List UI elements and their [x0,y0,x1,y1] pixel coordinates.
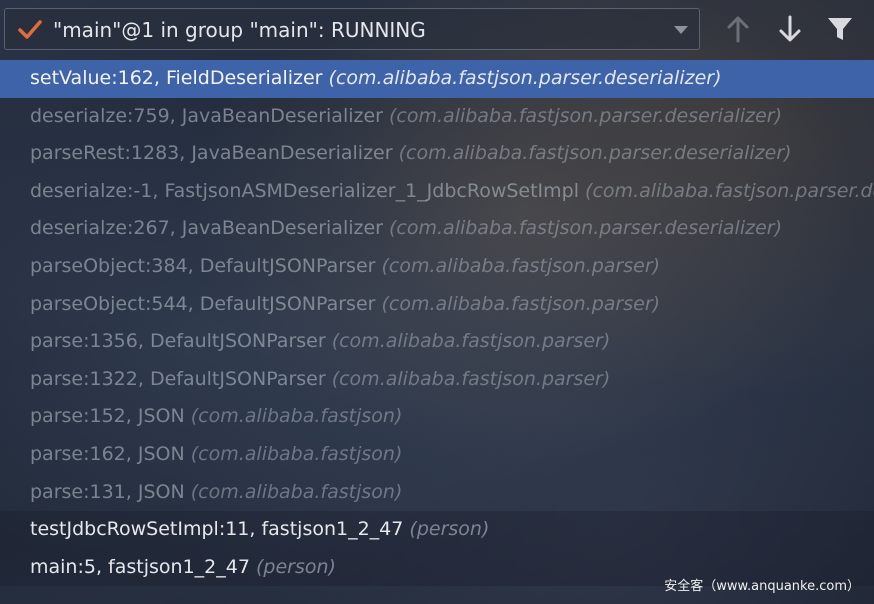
frame-package: (com.alibaba.fastjson) [190,405,403,428]
frame-package: (com.alibaba.fastjson.parser.deserialize… [389,104,782,127]
frame-package: (com.alibaba.fastjson.parser) [381,292,661,315]
frame-package: (person) [255,555,336,578]
thread-selector-dropdown[interactable]: "main"@1 in group "main": RUNNING [4,8,700,50]
frame-package: (com.alibaba.fastjson.parser.deserialize… [398,142,792,165]
stack-frame-row[interactable]: parse:131, JSON (com.alibaba.fastjson) [0,474,874,512]
frame-method: parseObject:384, DefaultJSONParser [30,254,382,277]
frame-method: deserialze:-1, FastjsonASMDeserializer_1… [30,179,586,202]
stack-frame-row[interactable]: deserialze:759, JavaBeanDeserializer (co… [0,98,874,136]
frame-package: (com.alibaba.fastjson) [190,480,403,503]
frame-method: parse:162, JSON [30,442,191,465]
stack-frame-row[interactable]: deserialze:-1, FastjsonASMDeserializer_1… [0,173,874,211]
thread-selector-label: "main"@1 in group "main": RUNNING [53,18,426,42]
frame-package: (com.alibaba.fastjson.parser) [381,254,661,277]
stack-frame-row[interactable]: parse:152, JSON (com.alibaba.fastjson) [0,398,874,436]
frame-method: setValue:162, FieldDeserializer [30,67,329,89]
arrow-up-icon[interactable] [724,14,752,44]
stack-frame-row[interactable]: parseObject:384, DefaultJSONParser (com.… [0,248,874,286]
stack-frame-row[interactable]: parse:1356, DefaultJSONParser (com.aliba… [0,323,874,361]
arrow-down-icon[interactable] [776,14,804,44]
frame-method: deserialze:759, JavaBeanDeserializer [30,104,390,127]
frame-method: parseRest:1283, JavaBeanDeserializer [30,142,399,165]
stack-frame-row[interactable]: parse:162, JSON (com.alibaba.fastjson) [0,436,874,474]
frame-package: (com.alibaba.fastjson.parser.deserialize… [389,217,782,240]
frame-package: (com.alibaba.fastjson) [190,442,403,465]
stack-frame-row[interactable]: parseRest:1283, JavaBeanDeserializer (co… [0,135,874,173]
frame-method: deserialze:267, JavaBeanDeserializer [30,217,390,240]
frame-package: (person) [409,518,490,541]
debugger-frames-toolbar: "main"@1 in group "main": RUNNING [0,0,874,60]
frame-method: parse:1322, DefaultJSONParser [30,367,332,390]
stack-frames-list: setValue:162, FieldDeserializer (com.ali… [0,60,874,587]
frame-method: testJdbcRowSetImpl:11, fastjson1_2_47 [30,518,410,541]
frame-package: (com.alibaba.fastjson.parser.deserialize… [585,179,874,202]
stack-frame-row[interactable]: setValue:162, FieldDeserializer (com.ali… [0,60,874,98]
frame-package: (com.alibaba.fastjson.parser) [331,330,611,353]
filter-icon[interactable] [826,14,854,44]
stack-frame-row[interactable]: parse:1322, DefaultJSONParser (com.aliba… [0,361,874,399]
frame-method: parseObject:544, DefaultJSONParser [30,292,382,315]
frame-method: main:5, fastjson1_2_47 [30,555,256,578]
stack-frame-row[interactable]: testJdbcRowSetImpl:11, fastjson1_2_47 (p… [0,511,874,549]
frame-package: (com.alibaba.fastjson.parser.deserialize… [328,67,722,89]
checkmark-icon [18,20,42,39]
watermark-text: 安全客（www.anquanke.com） [664,579,860,594]
stack-frame-row[interactable]: parseObject:544, DefaultJSONParser (com.… [0,286,874,324]
stack-frame-row[interactable]: deserialze:267, JavaBeanDeserializer (co… [0,210,874,248]
chevron-down-icon[interactable] [673,25,689,35]
frame-package: (com.alibaba.fastjson.parser) [331,367,611,390]
frame-method: parse:1356, DefaultJSONParser [30,330,332,353]
frame-method: parse:152, JSON [30,405,191,428]
frame-method: parse:131, JSON [30,480,191,503]
